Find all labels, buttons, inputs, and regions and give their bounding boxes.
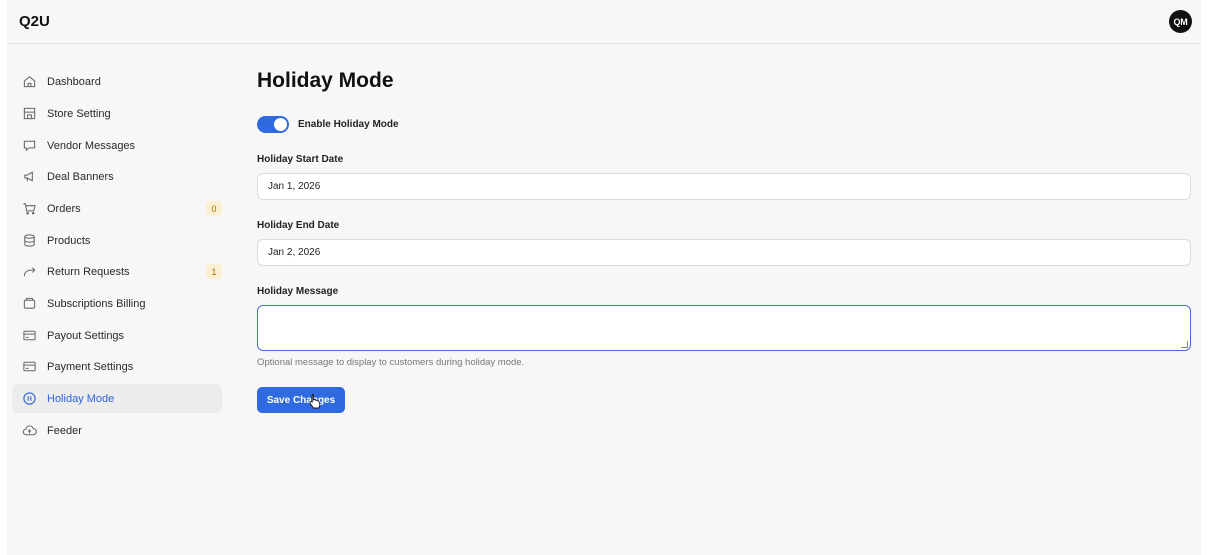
sidebar-item-label: Products [47, 234, 91, 247]
return-arrow-icon [21, 264, 37, 280]
hand-cursor-icon [309, 394, 321, 409]
cart-icon [21, 201, 37, 217]
database-icon [21, 233, 37, 249]
sidebar-item-label: Payout Settings [47, 329, 125, 342]
sidebar-item-label: Holiday Mode [47, 392, 115, 405]
sidebar-item-return-requests[interactable]: Return Requests 1 [12, 257, 222, 286]
sidebar-item-payout-settings[interactable]: Payout Settings [12, 321, 222, 350]
app-frame: Q2U QM Dashboard Store Setting Vendor Me… [7, 0, 1201, 555]
sidebar-item-holiday-mode[interactable]: Holiday Mode [12, 384, 222, 413]
sidebar-item-payment-settings[interactable]: Payment Settings [12, 352, 222, 381]
sidebar-item-products[interactable]: Products [12, 226, 222, 255]
holiday-message-textarea[interactable] [257, 305, 1191, 351]
card-icon [21, 328, 37, 344]
resize-grip-icon[interactable] [1181, 341, 1188, 348]
holiday-toggle-row: Enable Holiday Mode [257, 116, 399, 133]
sidebar-item-label: Vendor Messages [47, 139, 136, 152]
enable-holiday-toggle[interactable] [257, 116, 289, 133]
megaphone-icon [21, 169, 37, 185]
sidebar-item-feeder[interactable]: Feeder [12, 416, 222, 445]
save-changes-button[interactable]: Save Changes [257, 387, 345, 413]
sidebar-item-orders[interactable]: Orders 0 [12, 194, 222, 223]
sidebar-item-label: Orders [47, 202, 81, 215]
sidebar-item-dashboard[interactable]: Dashboard [12, 67, 222, 96]
status-badge: 0 [206, 201, 222, 216]
sidebar-item-label: Deal Banners [47, 170, 114, 183]
sidebar-item-label: Payment Settings [47, 360, 134, 373]
sidebar-item-label: Return Requests [47, 265, 130, 278]
holiday-message-label: Holiday Message [257, 286, 339, 297]
start-date-input[interactable]: Jan 1, 2026 [257, 173, 1191, 200]
sidebar-item-label: Dashboard [47, 75, 101, 88]
sidebar-item-deal-banners[interactable]: Deal Banners [12, 162, 222, 191]
status-badge: 1 [206, 264, 222, 279]
sidebar-item-subscriptions-billing[interactable]: Subscriptions Billing [12, 289, 222, 318]
toggle-label: Enable Holiday Mode [298, 119, 399, 130]
card-icon [21, 359, 37, 375]
page-title: Holiday Mode [257, 69, 394, 92]
sidebar-item-label: Store Setting [47, 107, 111, 120]
end-date-label: Holiday End Date [257, 220, 340, 231]
sidebar-item-label: Subscriptions Billing [47, 297, 146, 310]
main-content: Holiday Mode Enable Holiday Mode Holiday… [257, 0, 1197, 555]
brand-logo[interactable]: Q2U [19, 13, 50, 30]
sidebar-item-vendor-messages[interactable]: Vendor Messages [12, 131, 222, 160]
holiday-message-hint: Optional message to display to customers… [257, 357, 525, 368]
chat-icon [21, 138, 37, 154]
sidebar-item-label: Feeder [47, 424, 82, 437]
store-icon [21, 106, 37, 122]
start-date-label: Holiday Start Date [257, 154, 344, 165]
sidebar-item-store-setting[interactable]: Store Setting [12, 99, 222, 128]
wallet-icon [21, 296, 37, 312]
home-icon [21, 74, 37, 90]
cloud-upload-icon [21, 423, 37, 439]
pause-circle-icon [21, 391, 37, 407]
end-date-input[interactable]: Jan 2, 2026 [257, 239, 1191, 266]
